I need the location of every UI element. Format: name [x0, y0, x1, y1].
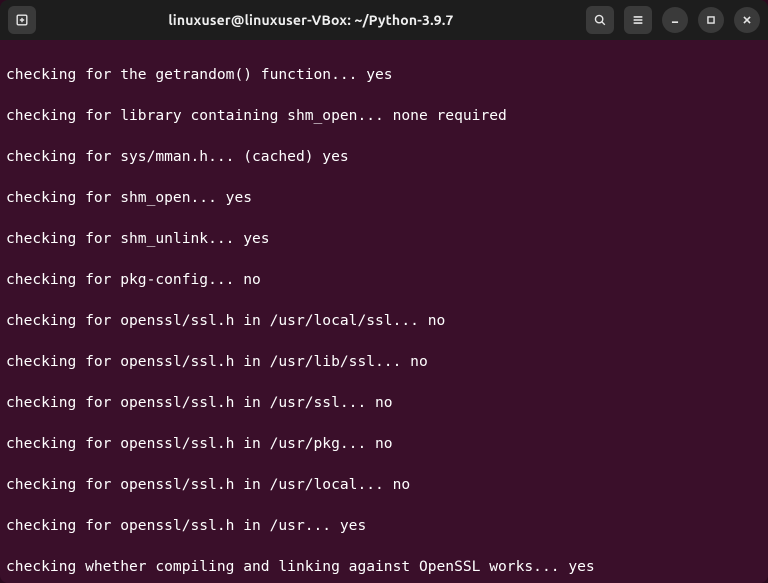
terminal-line: checking for the getrandom() function...…: [6, 65, 762, 86]
search-button[interactable]: [586, 6, 614, 34]
window-title: linuxuser@linuxuser-VBox: ~/Python-3.9.7: [44, 12, 578, 28]
titlebar: linuxuser@linuxuser-VBox: ~/Python-3.9.7: [0, 0, 768, 40]
terminal-body[interactable]: checking for the getrandom() function...…: [0, 40, 768, 583]
terminal-line: checking for library containing shm_open…: [6, 106, 762, 127]
close-button[interactable]: [734, 7, 760, 33]
terminal-line: checking for shm_open... yes: [6, 188, 762, 209]
terminal-line: checking for openssl/ssl.h in /usr... ye…: [6, 516, 762, 537]
terminal-line: checking for openssl/ssl.h in /usr/pkg..…: [6, 434, 762, 455]
titlebar-right: [586, 6, 760, 34]
minimize-button[interactable]: [662, 7, 688, 33]
terminal-window: linuxuser@linuxuser-VBox: ~/Python-3.9.7…: [0, 0, 768, 583]
terminal-line: checking for openssl/ssl.h in /usr/local…: [6, 475, 762, 496]
menu-button[interactable]: [624, 6, 652, 34]
new-tab-button[interactable]: [8, 6, 36, 34]
terminal-line: checking for sys/mman.h... (cached) yes: [6, 147, 762, 168]
terminal-line: checking for openssl/ssl.h in /usr/lib/s…: [6, 352, 762, 373]
terminal-line: checking for openssl/ssl.h in /usr/local…: [6, 311, 762, 332]
maximize-button[interactable]: [698, 7, 724, 33]
terminal-line: checking for shm_unlink... yes: [6, 229, 762, 250]
titlebar-left: [8, 6, 36, 34]
terminal-line: checking for pkg-config... no: [6, 270, 762, 291]
terminal-line: checking for openssl/ssl.h in /usr/ssl..…: [6, 393, 762, 414]
terminal-line: checking whether compiling and linking a…: [6, 557, 762, 578]
